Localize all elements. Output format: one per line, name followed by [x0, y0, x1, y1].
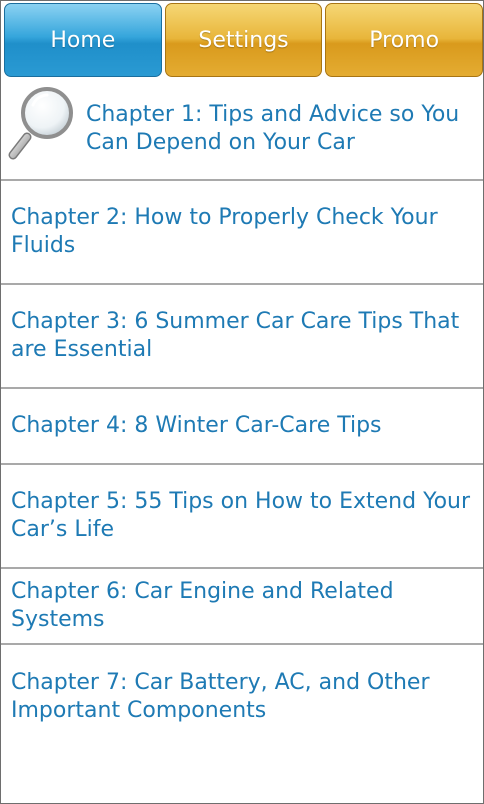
tab-home[interactable]: Home — [4, 3, 162, 77]
tab-bar: Home Settings Promo — [4, 3, 483, 77]
chapter-item-3[interactable]: Chapter 3: 6 Summer Car Care Tips That a… — [1, 285, 483, 389]
chapter-item-5[interactable]: Chapter 5: 55 Tips on How to Extend Your… — [1, 465, 483, 569]
chapter-title: Chapter 2: How to Properly Check Your Fl… — [11, 205, 438, 258]
chapter-item-2[interactable]: Chapter 2: How to Properly Check Your Fl… — [1, 181, 483, 285]
chapter-item-1[interactable]: Chapter 1: Tips and Advice so You Can De… — [1, 79, 483, 181]
chapter-title: Chapter 7: Car Battery, AC, and Other Im… — [11, 670, 430, 723]
chapter-title: Chapter 3: 6 Summer Car Care Tips That a… — [11, 309, 460, 362]
chapter-item-6[interactable]: Chapter 6: Car Engine and Related System… — [1, 569, 483, 645]
chapter-title: Chapter 1: Tips and Advice so You Can De… — [86, 102, 460, 155]
chapter-list: Chapter 1: Tips and Advice so You Can De… — [1, 79, 483, 749]
chapter-item-7[interactable]: Chapter 7: Car Battery, AC, and Other Im… — [1, 645, 483, 749]
magnifier-icon — [8, 87, 73, 160]
app-frame: Home Settings Promo Chapter 1: Tips and … — [0, 0, 484, 804]
tab-promo[interactable]: Promo — [325, 3, 483, 77]
tab-settings[interactable]: Settings — [164, 3, 323, 77]
chapter-title: Chapter 5: 55 Tips on How to Extend Your… — [11, 489, 471, 542]
chapter-title: Chapter 4: 8 Winter Car-Care Tips — [11, 413, 382, 438]
chapter-title: Chapter 6: Car Engine and Related System… — [11, 579, 394, 632]
chapter-item-4[interactable]: Chapter 4: 8 Winter Car-Care Tips — [1, 389, 483, 465]
